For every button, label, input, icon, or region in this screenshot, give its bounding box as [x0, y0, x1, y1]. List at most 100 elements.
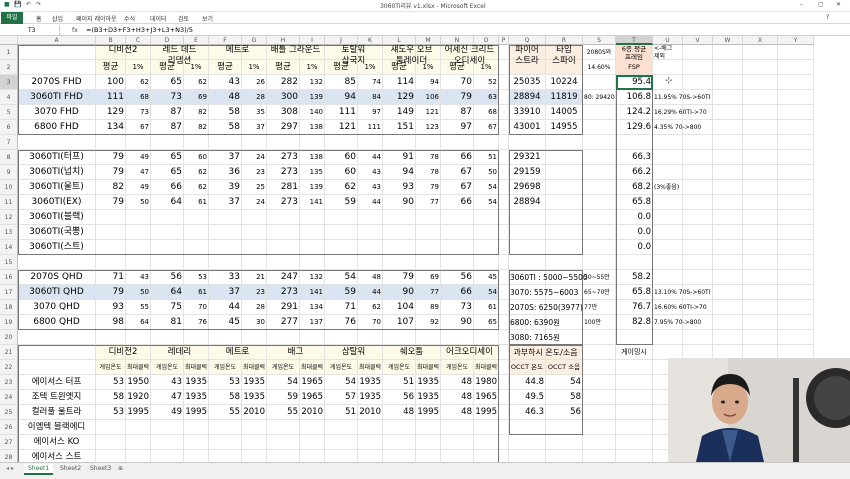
- value-cell[interactable]: 44: [210, 300, 240, 315]
- temp-label[interactable]: 게임온도: [210, 360, 240, 375]
- delta-note[interactable]: [654, 150, 681, 165]
- close-icon[interactable]: ✕: [836, 1, 841, 8]
- bottom-value[interactable]: [243, 420, 265, 435]
- bottom-value[interactable]: 1935: [417, 390, 439, 405]
- value-cell[interactable]: [417, 240, 439, 255]
- value-cell[interactable]: 132: [301, 270, 323, 285]
- avg-fps[interactable]: 82.8: [617, 315, 651, 330]
- gpu-name[interactable]: 6800 QHD: [19, 315, 94, 330]
- value-cell[interactable]: 62: [326, 180, 356, 195]
- gpu-name[interactable]: 3060TI(터프): [19, 150, 94, 165]
- value-cell[interactable]: [97, 225, 124, 240]
- bottom-value[interactable]: [210, 420, 240, 435]
- note-s[interactable]: 100만: [584, 315, 614, 330]
- value-cell[interactable]: 68: [475, 105, 497, 120]
- value-cell[interactable]: 64: [152, 285, 182, 300]
- pct-label[interactable]: 1%: [301, 60, 323, 75]
- value-cell[interactable]: [152, 240, 182, 255]
- value-cell[interactable]: 106: [417, 90, 439, 105]
- value-cell[interactable]: [384, 225, 414, 240]
- bottom-value[interactable]: 58: [97, 390, 124, 405]
- value-cell[interactable]: 141: [301, 285, 323, 300]
- row-header-10[interactable]: 10: [0, 180, 18, 195]
- gpu-name[interactable]: 3070 FHD: [19, 105, 94, 120]
- row-header-8[interactable]: 8: [0, 150, 18, 165]
- bottom-value[interactable]: 48: [442, 390, 472, 405]
- avg-fps[interactable]: 0.0: [617, 225, 651, 240]
- gpu-name[interactable]: 3060TI QHD: [19, 285, 94, 300]
- value-cell[interactable]: 85: [326, 75, 356, 90]
- value-cell[interactable]: 70: [185, 300, 207, 315]
- value-cell[interactable]: 23: [243, 165, 265, 180]
- value-cell[interactable]: 49: [127, 180, 149, 195]
- value-cell[interactable]: 54: [475, 195, 497, 210]
- value-cell[interactable]: 50: [127, 195, 149, 210]
- row-header-17[interactable]: 17: [0, 285, 18, 300]
- value-cell[interactable]: 49: [127, 150, 149, 165]
- value-cell[interactable]: 97: [359, 105, 381, 120]
- bottom-value[interactable]: 1935: [359, 375, 381, 390]
- value-cell[interactable]: 62: [185, 180, 207, 195]
- card-name[interactable]: 조텍 트윈엣지: [19, 390, 94, 405]
- value-cell[interactable]: 59: [326, 285, 356, 300]
- clock-label[interactable]: 최대클럭: [243, 360, 265, 375]
- value-cell[interactable]: 52: [475, 75, 497, 90]
- value-cell[interactable]: 79: [417, 180, 439, 195]
- occt-noise[interactable]: 54: [547, 375, 581, 390]
- row-header-20[interactable]: 20: [0, 330, 18, 345]
- value-cell[interactable]: 89: [417, 300, 439, 315]
- value-cell[interactable]: 78: [417, 150, 439, 165]
- bottom-value[interactable]: [442, 435, 472, 450]
- maximize-icon[interactable]: ▢: [818, 1, 824, 8]
- column-header-k[interactable]: K: [358, 36, 383, 45]
- value-cell[interactable]: 300: [268, 90, 298, 105]
- value-cell[interactable]: 273: [268, 165, 298, 180]
- bottom-value[interactable]: [442, 420, 472, 435]
- row-header-22[interactable]: 22: [0, 360, 18, 375]
- value-cell[interactable]: 44: [359, 285, 381, 300]
- occt-temp[interactable]: [510, 420, 544, 435]
- value-cell[interactable]: 137: [301, 315, 323, 330]
- temp-label[interactable]: 게임온도: [384, 360, 414, 375]
- value-cell[interactable]: [185, 210, 207, 225]
- tab-formulas[interactable]: 수식: [124, 14, 135, 23]
- value-cell[interactable]: 58: [210, 120, 240, 135]
- value-cell[interactable]: [384, 240, 414, 255]
- bottom-value[interactable]: [185, 420, 207, 435]
- value-cell[interactable]: 45: [475, 270, 497, 285]
- value-cell[interactable]: 47: [127, 165, 149, 180]
- value-cell[interactable]: [127, 225, 149, 240]
- bottom-value[interactable]: [384, 420, 414, 435]
- gpu-name[interactable]: 3070 QHD: [19, 300, 94, 315]
- avg-fps[interactable]: 66.3: [617, 150, 651, 165]
- value-cell[interactable]: [185, 240, 207, 255]
- value-cell[interactable]: 37: [210, 150, 240, 165]
- value-cell[interactable]: [326, 225, 356, 240]
- bottom-value[interactable]: [417, 435, 439, 450]
- new-sheet-icon[interactable]: ⊕: [114, 464, 127, 473]
- avg-fps[interactable]: 68.2: [617, 180, 651, 195]
- value-cell[interactable]: 43: [127, 270, 149, 285]
- sheet-tab-3[interactable]: Sheet3: [86, 464, 115, 473]
- value-cell[interactable]: 65: [152, 165, 182, 180]
- value-cell[interactable]: 78: [417, 165, 439, 180]
- column-header-m[interactable]: M: [416, 36, 441, 45]
- value-cell[interactable]: [210, 225, 240, 240]
- column-header-u[interactable]: U: [653, 36, 683, 45]
- bench-q[interactable]: 29321: [510, 150, 544, 165]
- row-header-6[interactable]: 6: [0, 120, 18, 135]
- column-header-l[interactable]: L: [383, 36, 416, 45]
- value-cell[interactable]: 62: [185, 75, 207, 90]
- value-cell[interactable]: 94: [417, 75, 439, 90]
- pct-label[interactable]: 1%: [475, 60, 497, 75]
- u-header[interactable]: <-베그 제외: [654, 45, 681, 60]
- value-cell[interactable]: 24: [243, 195, 265, 210]
- bottom-value[interactable]: [384, 435, 414, 450]
- value-cell[interactable]: [127, 210, 149, 225]
- value-cell[interactable]: 90: [384, 285, 414, 300]
- gaming-header[interactable]: 게이밍시: [617, 345, 651, 360]
- s-sub[interactable]: 14.60%: [584, 60, 614, 75]
- sheet-tab-2[interactable]: Sheet2: [56, 464, 85, 473]
- value-cell[interactable]: [268, 210, 298, 225]
- formula-input[interactable]: =(B3+D3+F3+H3+J3+L3+N3)/5: [86, 25, 193, 36]
